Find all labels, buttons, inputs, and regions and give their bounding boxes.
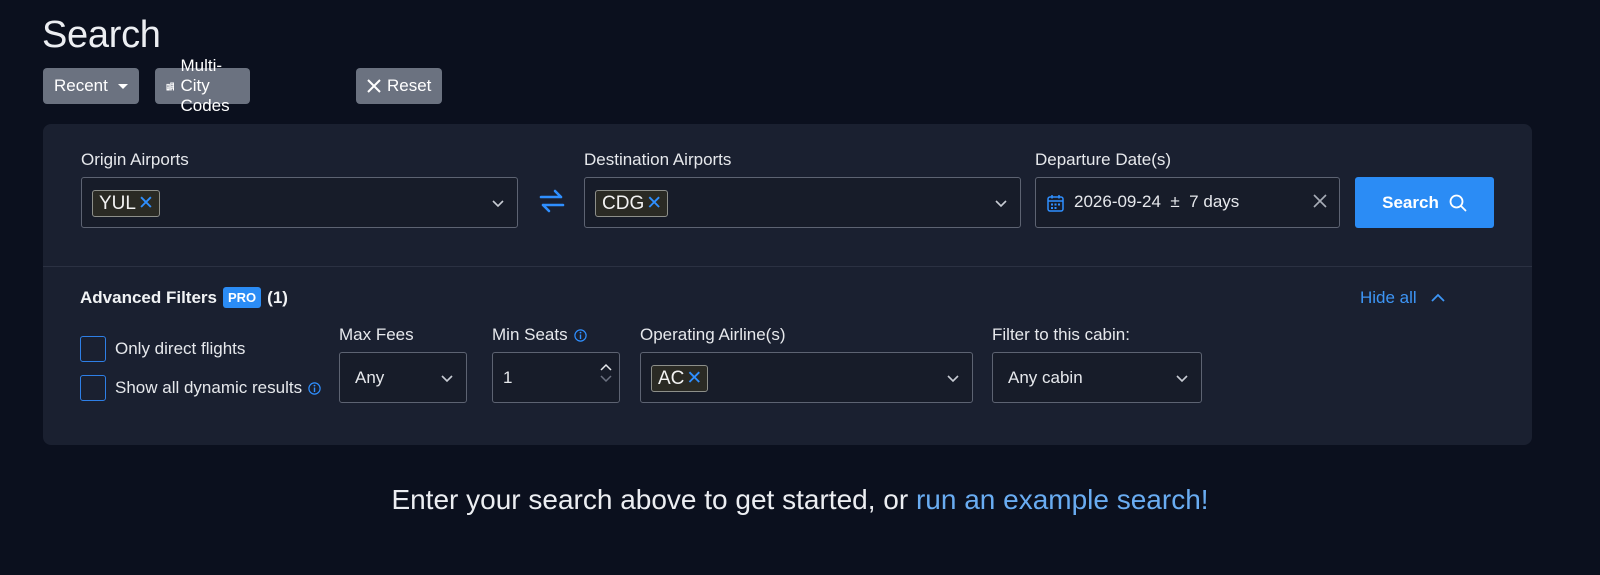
operating-airline-select[interactable]: AC ✕ bbox=[640, 352, 973, 403]
recent-label: Recent bbox=[54, 76, 108, 95]
max-fees-value: Any bbox=[355, 368, 385, 387]
destination-airports-select[interactable]: CDG ✕ bbox=[584, 177, 1021, 228]
chevron-down-icon bbox=[1176, 375, 1188, 383]
calendar-icon bbox=[1047, 195, 1064, 212]
close-icon bbox=[367, 79, 381, 93]
panel-divider bbox=[43, 266, 1532, 267]
info-icon[interactable] bbox=[573, 328, 587, 342]
origin-chip-label: YUL bbox=[99, 192, 136, 214]
clear-date-icon[interactable] bbox=[1313, 194, 1327, 208]
increment-icon[interactable] bbox=[600, 363, 612, 371]
multi-city-label: Multi-City Codes bbox=[180, 56, 230, 115]
origin-label: Origin Airports bbox=[81, 150, 189, 169]
hide-all-button[interactable]: Hide all bbox=[1360, 288, 1445, 308]
only-direct-checkbox[interactable] bbox=[80, 336, 106, 362]
swap-airports-icon[interactable] bbox=[539, 189, 565, 213]
destination-label: Destination Airports bbox=[584, 150, 732, 169]
cabin-select[interactable]: Any cabin bbox=[992, 352, 1202, 403]
destination-chip: CDG ✕ bbox=[595, 190, 669, 217]
dynamic-results-label: Show all dynamic results bbox=[115, 378, 303, 397]
departure-date-value: 2026-09-24 ± 7 days bbox=[1074, 192, 1240, 211]
decrement-icon[interactable] bbox=[600, 375, 612, 383]
origin-airports-select[interactable]: YUL ✕ bbox=[81, 177, 518, 228]
hide-all-label: Hide all bbox=[1360, 288, 1417, 307]
advanced-filters-title: Advanced Filters bbox=[80, 287, 217, 307]
get-started-text: Enter your search above to get started, … bbox=[391, 484, 916, 515]
airline-label: Operating Airline(s) bbox=[640, 325, 786, 344]
remove-chip-icon[interactable]: ✕ bbox=[646, 194, 662, 213]
search-panel: Origin Airports YUL ✕ Destination Airpor… bbox=[43, 124, 1532, 445]
advanced-filters-heading: Advanced Filters PRO (1) bbox=[80, 287, 288, 308]
dynamic-results-checkbox[interactable] bbox=[80, 375, 106, 401]
remove-chip-icon[interactable]: ✕ bbox=[138, 194, 154, 213]
page-title: Search bbox=[42, 14, 161, 56]
airline-chip: AC ✕ bbox=[651, 365, 709, 392]
caret-down-icon bbox=[117, 83, 128, 89]
chevron-up-icon bbox=[1431, 293, 1445, 302]
search-icon bbox=[1449, 194, 1467, 211]
buildings-icon bbox=[166, 82, 174, 90]
airline-chip-label: AC bbox=[658, 367, 685, 389]
search-button[interactable]: Search bbox=[1355, 177, 1494, 228]
departure-date-input[interactable]: 2026-09-24 ± 7 days bbox=[1035, 177, 1340, 228]
example-search-link[interactable]: run an example search! bbox=[916, 484, 1209, 515]
min-seats-stepper[interactable] bbox=[600, 363, 612, 383]
chevron-down-icon[interactable] bbox=[947, 372, 959, 384]
cabin-value: Any cabin bbox=[1008, 368, 1083, 387]
active-filter-count: (1) bbox=[267, 287, 288, 307]
min-seats-input[interactable]: 1 bbox=[492, 352, 620, 403]
max-fees-select[interactable]: Any bbox=[339, 352, 467, 403]
multi-city-codes-button[interactable]: Multi-City Codes bbox=[155, 56, 251, 115]
max-fees-label: Max Fees bbox=[339, 325, 414, 344]
min-seats-value: 1 bbox=[503, 368, 513, 387]
only-direct-label: Only direct flights bbox=[115, 339, 246, 358]
reset-label: Reset bbox=[387, 76, 432, 95]
reset-button[interactable]: Reset bbox=[356, 68, 443, 104]
dynamic-results-row[interactable]: Show all dynamic results bbox=[80, 375, 321, 401]
departure-label: Departure Date(s) bbox=[1035, 150, 1172, 169]
recent-dropdown-button[interactable]: Recent bbox=[43, 68, 139, 104]
only-direct-row[interactable]: Only direct flights bbox=[80, 336, 245, 362]
chevron-down-icon bbox=[441, 375, 453, 383]
remove-chip-icon[interactable]: ✕ bbox=[686, 369, 702, 388]
chevron-down-icon[interactable] bbox=[995, 197, 1007, 209]
search-button-label: Search bbox=[1382, 192, 1439, 212]
cabin-label: Filter to this cabin: bbox=[992, 325, 1130, 344]
pro-badge: PRO bbox=[223, 287, 262, 308]
min-seats-label: Min Seats bbox=[492, 325, 568, 344]
info-icon[interactable] bbox=[308, 381, 321, 395]
origin-chip: YUL ✕ bbox=[92, 190, 160, 217]
chevron-down-icon[interactable] bbox=[492, 197, 504, 209]
destination-chip-label: CDG bbox=[602, 192, 645, 214]
get-started-message: Enter your search above to get started, … bbox=[0, 484, 1600, 516]
min-seats-label-row: Min Seats bbox=[492, 325, 587, 345]
